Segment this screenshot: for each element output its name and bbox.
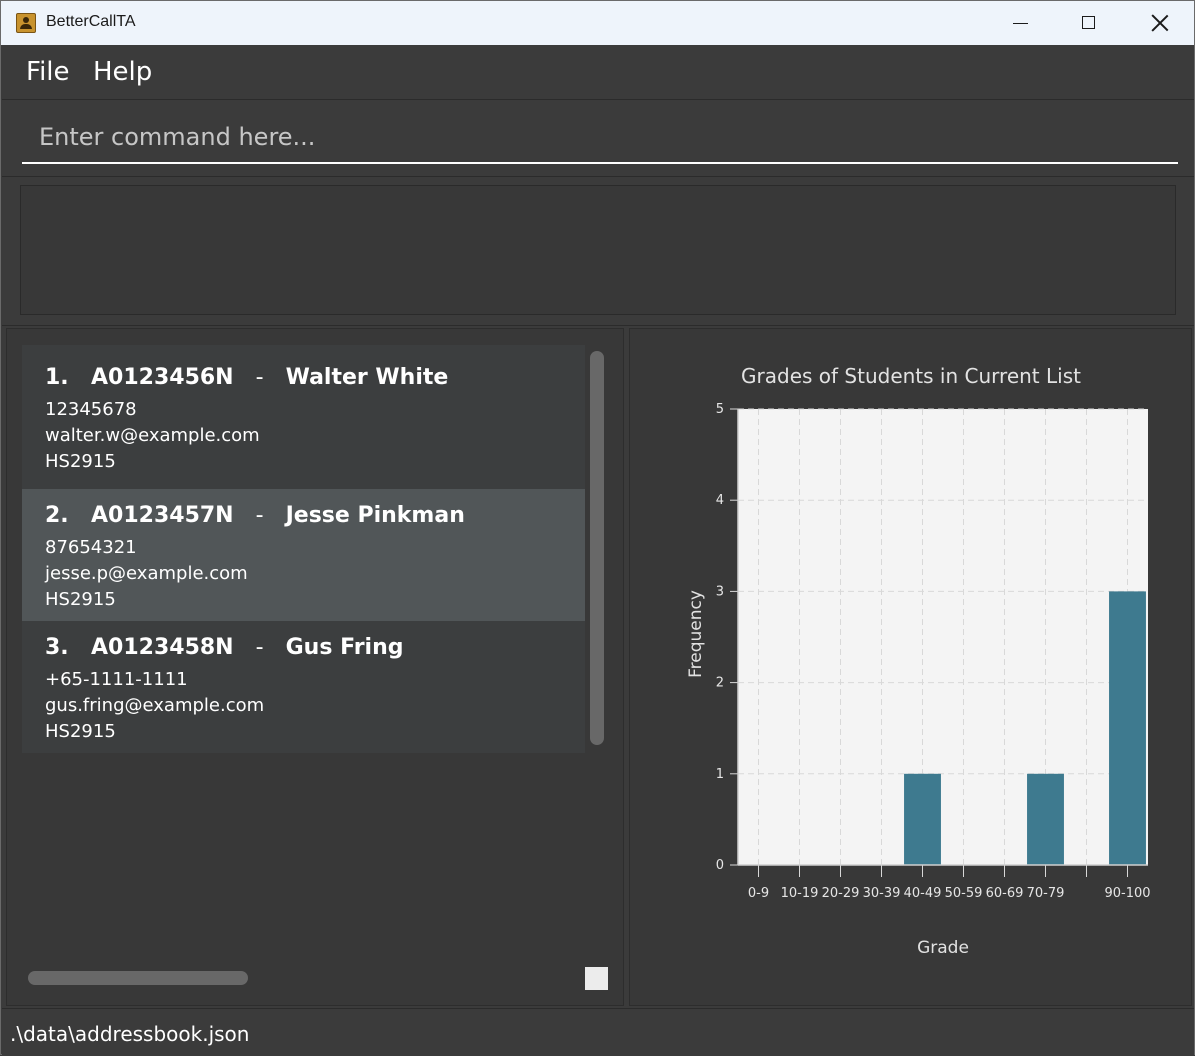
y-tick-label: 0 xyxy=(716,858,724,873)
card-phone: 87654321 xyxy=(45,537,137,558)
card-course: HS2915 xyxy=(45,451,116,472)
x-tick-label: 30-39 xyxy=(863,886,901,901)
card-header: 1. A0123456N - Walter White xyxy=(45,365,448,390)
x-tick-label: 90-100 xyxy=(1104,886,1150,901)
student-card[interactable]: 1. A0123456N - Walter White 12345678 walter… xyxy=(22,345,585,489)
y-tick-label: 3 xyxy=(716,584,724,599)
plot-background xyxy=(738,409,1148,865)
command-input[interactable] xyxy=(22,112,1178,164)
status-bar: .\data\addressbook.json xyxy=(2,1008,1194,1056)
bar xyxy=(1109,591,1146,865)
x-tick-label: 40-49 xyxy=(904,886,942,901)
student-list-panel: 1. A0123456N - Walter White 12345678 walter… xyxy=(6,328,624,1006)
card-email: gus.fring@example.com xyxy=(45,695,265,716)
grade-bar-chart: Grades of Students in Current List Grade… xyxy=(686,364,1151,958)
x-tick-label: 50-59 xyxy=(945,886,983,901)
vertical-scrollbar[interactable] xyxy=(590,351,604,745)
address-book-icon xyxy=(16,13,36,33)
command-box xyxy=(2,100,1194,177)
card-student-id: A0123458N xyxy=(91,635,234,660)
minimize-button[interactable] xyxy=(985,1,1055,45)
menu-bar: File Help xyxy=(2,45,1194,100)
card-phone: 12345678 xyxy=(45,399,137,420)
result-display-pane xyxy=(2,177,1194,326)
card-index: 3. xyxy=(45,635,69,660)
title-bar: BetterCallTA xyxy=(1,1,1194,45)
chart-title: Grades of Students in Current List xyxy=(741,364,1081,388)
close-button[interactable] xyxy=(1124,1,1194,45)
x-tick-label: 10-19 xyxy=(781,886,819,901)
card-header: 3. A0123458N - Gus Fring xyxy=(45,635,404,660)
close-icon xyxy=(1150,13,1170,33)
horizontal-scrollbar[interactable] xyxy=(28,971,248,985)
card-email: jesse.p@example.com xyxy=(45,563,248,584)
data-file-path: .\data\addressbook.json xyxy=(10,1022,250,1046)
x-tick-label: 0-9 xyxy=(748,886,769,901)
card-name: Gus Fring xyxy=(285,635,404,660)
card-student-id: A0123456N xyxy=(91,365,234,390)
card-name: Walter White xyxy=(285,365,449,390)
y-tick-label: 1 xyxy=(716,767,724,782)
scroll-corner xyxy=(585,967,608,990)
card-student-id: A0123457N xyxy=(91,503,234,528)
window-title: BetterCallTA xyxy=(46,13,136,30)
card-separator: - xyxy=(255,635,264,660)
card-email: walter.w@example.com xyxy=(45,425,260,446)
card-index: 1. xyxy=(45,365,69,390)
y-tick-label: 4 xyxy=(716,493,724,508)
menu-help[interactable]: Help xyxy=(93,57,152,87)
maximize-button[interactable] xyxy=(1054,1,1124,45)
card-separator: - xyxy=(255,365,264,390)
menu-file[interactable]: File xyxy=(26,57,70,87)
x-axis-label: Grade xyxy=(917,938,969,958)
student-card[interactable]: 2. A0123457N - Jesse Pinkman 87654321 jesse… xyxy=(22,489,585,621)
y-tick-label: 5 xyxy=(716,402,724,417)
app-window: BetterCallTA File Help 1.A0123456N-Walte… xyxy=(0,0,1195,1056)
x-tick-label: 20-29 xyxy=(822,886,860,901)
student-card[interactable]: 3. A0123458N - Gus Fring +65-1111-1111 gus.… xyxy=(22,621,585,753)
minimize-icon xyxy=(1013,23,1028,24)
y-tick-label: 2 xyxy=(716,676,724,691)
y-axis-label: Frequency xyxy=(686,590,706,678)
card-index: 2. xyxy=(45,503,69,528)
card-separator: - xyxy=(255,503,264,528)
x-tick-label: 70-79 xyxy=(1027,886,1065,901)
card-phone: +65-1111-1111 xyxy=(45,669,188,690)
card-header: 2. A0123457N - Jesse Pinkman xyxy=(45,503,465,528)
bar xyxy=(904,773,941,865)
x-tick-label: 60-69 xyxy=(986,886,1024,901)
maximize-icon xyxy=(1082,16,1095,29)
bar xyxy=(1027,773,1064,865)
card-course: HS2915 xyxy=(45,589,116,610)
card-name: Jesse Pinkman xyxy=(285,503,465,528)
result-display xyxy=(20,185,1176,315)
card-course: HS2915 xyxy=(45,721,116,742)
grade-chart-panel: Grades of Students in Current List Grade… xyxy=(629,328,1192,1006)
